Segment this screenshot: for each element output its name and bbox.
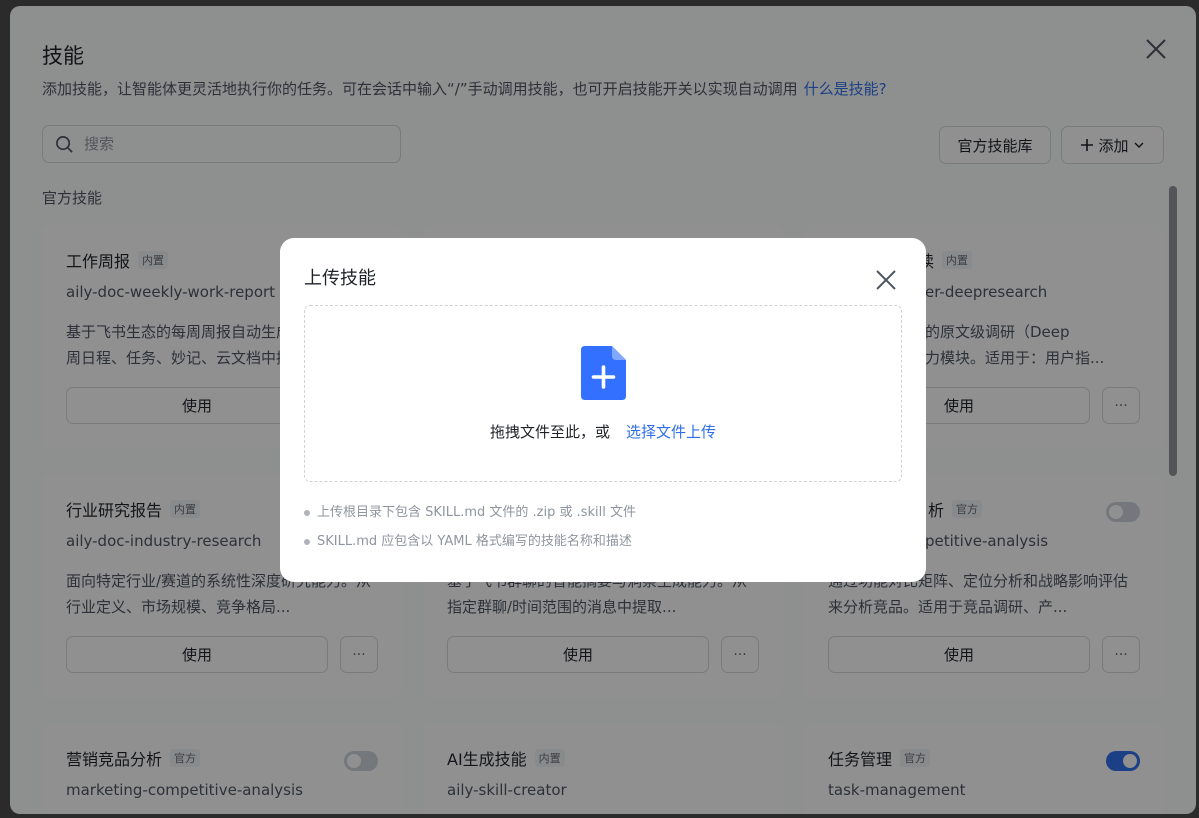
close-icon[interactable]: [875, 269, 897, 291]
file-dropzone[interactable]: 拖拽文件至此，或 选择文件上传: [304, 305, 902, 482]
bullet-icon: [304, 538, 310, 545]
note-text: 上传根目录下包含 SKILL.md 文件的 .zip 或 .skill 文件: [317, 505, 637, 520]
drop-text: 拖拽文件至此，或: [489, 423, 610, 441]
dialog-title: 上传技能: [304, 268, 376, 289]
file-add-icon: [581, 346, 626, 400]
select-file-link[interactable]: 选择文件上传: [626, 423, 716, 441]
bullet-icon: [304, 509, 310, 516]
note-item: SKILL.md 应包含以 YAML 格式编写的技能名称和描述: [304, 527, 636, 556]
upload-skill-dialog: 上传技能 拖拽文件至此，或 选择文件上传 上传根目录下包含 SKILL.md 文件…: [280, 238, 926, 582]
drop-instruction: 拖拽文件至此，或 选择文件上传: [305, 421, 901, 442]
upload-notes: 上传根目录下包含 SKILL.md 文件的 .zip 或 .skill 文件 S…: [304, 498, 636, 556]
note-text: SKILL.md 应包含以 YAML 格式编写的技能名称和描述: [317, 534, 632, 549]
note-item: 上传根目录下包含 SKILL.md 文件的 .zip 或 .skill 文件: [304, 498, 636, 527]
